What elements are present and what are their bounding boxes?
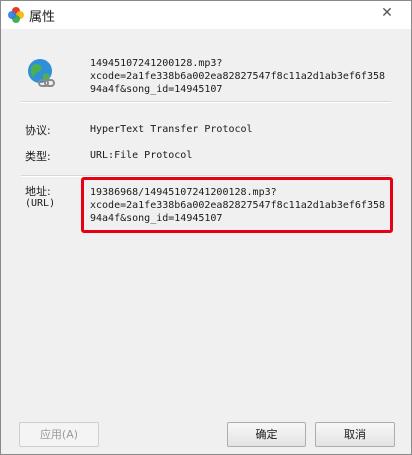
divider xyxy=(21,101,391,103)
globe-link-icon xyxy=(28,59,55,87)
file-name-line: 94a4f&song_id=14945107 xyxy=(90,84,223,95)
window-title: 属性 xyxy=(29,10,56,25)
type-value: URL:File Protocol xyxy=(90,150,193,161)
file-name: 14945107241200128.mp3? xcode=2a1fe338b6a… xyxy=(90,57,385,96)
cancel-button[interactable]: 取消 xyxy=(315,422,395,447)
apply-button[interactable]: 应用(A) xyxy=(19,422,99,447)
title-bar[interactable]: 属性 ✕ xyxy=(1,1,411,29)
close-icon[interactable]: ✕ xyxy=(377,3,397,23)
dialog-body: 14945107241200128.mp3? xcode=2a1fe338b6a… xyxy=(1,29,411,454)
file-name-line: xcode=2a1fe338b6a002ea82827547f8c11a2d1a… xyxy=(90,71,386,82)
properties-dialog: 属性 ✕ 14945107241200128.mp3? xcode=2a1fe3… xyxy=(0,0,412,455)
protocol-label: 协议: xyxy=(25,124,51,137)
app-logo-icon xyxy=(8,7,24,23)
address-sublabel: (URL) xyxy=(25,198,56,209)
highlight-box xyxy=(81,177,393,233)
protocol-value: HyperText Transfer Protocol xyxy=(90,124,253,135)
address-label: 地址: xyxy=(25,185,51,198)
type-label: 类型: xyxy=(25,150,51,163)
ok-button[interactable]: 确定 xyxy=(227,422,306,447)
file-name-line: 14945107241200128.mp3? xyxy=(90,58,223,69)
